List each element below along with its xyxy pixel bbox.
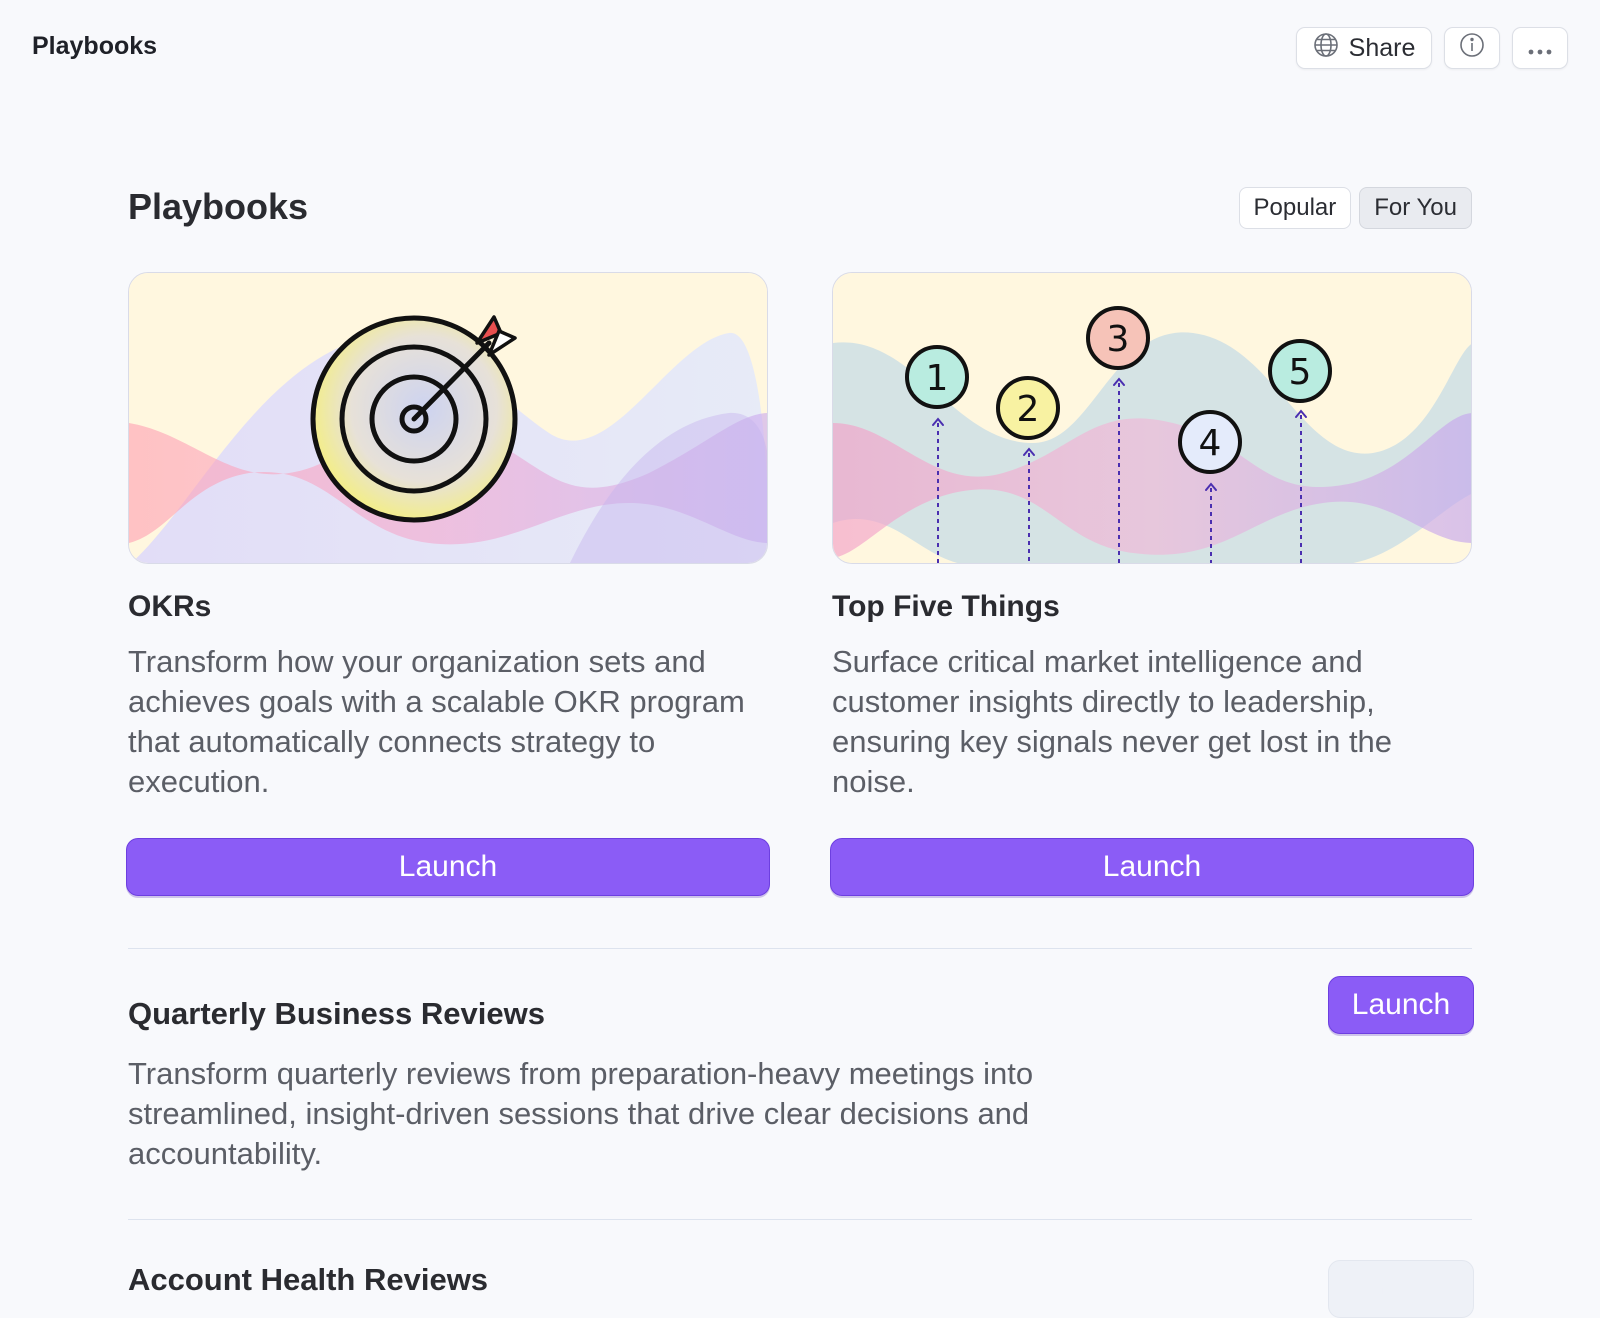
globe-icon: [1313, 32, 1339, 65]
info-icon: [1459, 32, 1485, 65]
card-description: Transform how your organization sets and…: [128, 644, 745, 799]
playbook-cards: OKRs Transform how your organization set…: [126, 272, 1474, 896]
launch-okrs-button[interactable]: Launch: [126, 838, 770, 896]
number-2: 2: [1017, 389, 1040, 430]
card-description: Surface critical market intelligence and…: [832, 644, 1393, 799]
top-five-illustration: 1 2 3 4 5: [832, 272, 1472, 564]
playbook-row-qbr: Quarterly Business Reviews Transform qua…: [128, 976, 1474, 1174]
row-title: Account Health Reviews: [128, 1262, 489, 1297]
row-title: Quarterly Business Reviews: [128, 996, 545, 1031]
top-bar: Playbooks Share: [0, 0, 1600, 96]
more-horizontal-icon: [1526, 34, 1554, 63]
view-toggle: Popular For You: [1238, 187, 1472, 229]
playbook-card-top-five: 1 2 3 4 5 Top Five Things Surface critic…: [830, 272, 1474, 896]
top-actions: Share: [1296, 27, 1568, 69]
launch-top-five-button[interactable]: Launch: [830, 838, 1474, 896]
okrs-illustration: [128, 272, 768, 564]
playbook-card-okrs: OKRs Transform how your organization set…: [126, 272, 770, 896]
playbook-row-account-health: Account Health Reviews Launch: [128, 1260, 1474, 1318]
app-title: Playbooks: [32, 32, 158, 60]
tab-popular[interactable]: Popular: [1238, 187, 1352, 229]
number-5: 5: [1289, 352, 1312, 393]
more-button[interactable]: [1512, 27, 1568, 69]
share-label: Share: [1348, 33, 1416, 62]
card-title: OKRs: [128, 590, 212, 623]
main-content: Playbooks Popular For You OKRs Transform…: [126, 180, 1474, 1318]
tab-for-you[interactable]: For You: [1359, 187, 1472, 229]
number-4: 4: [1199, 423, 1222, 464]
divider: [128, 948, 1472, 949]
launch-qbr-button[interactable]: Launch: [1328, 976, 1474, 1034]
number-3: 3: [1107, 319, 1130, 360]
launch-account-health-button[interactable]: Launch: [1328, 1260, 1474, 1318]
number-1: 1: [926, 358, 949, 399]
card-title: Top Five Things: [832, 590, 1060, 623]
section-title: Playbooks: [128, 186, 309, 227]
divider: [128, 1219, 1472, 1220]
share-button[interactable]: Share: [1296, 27, 1432, 69]
row-description: Transform quarterly reviews from prepara…: [128, 1056, 1034, 1171]
target-icon: [310, 315, 518, 523]
info-button[interactable]: [1444, 27, 1500, 69]
section-header: Playbooks Popular For You: [128, 180, 1472, 236]
